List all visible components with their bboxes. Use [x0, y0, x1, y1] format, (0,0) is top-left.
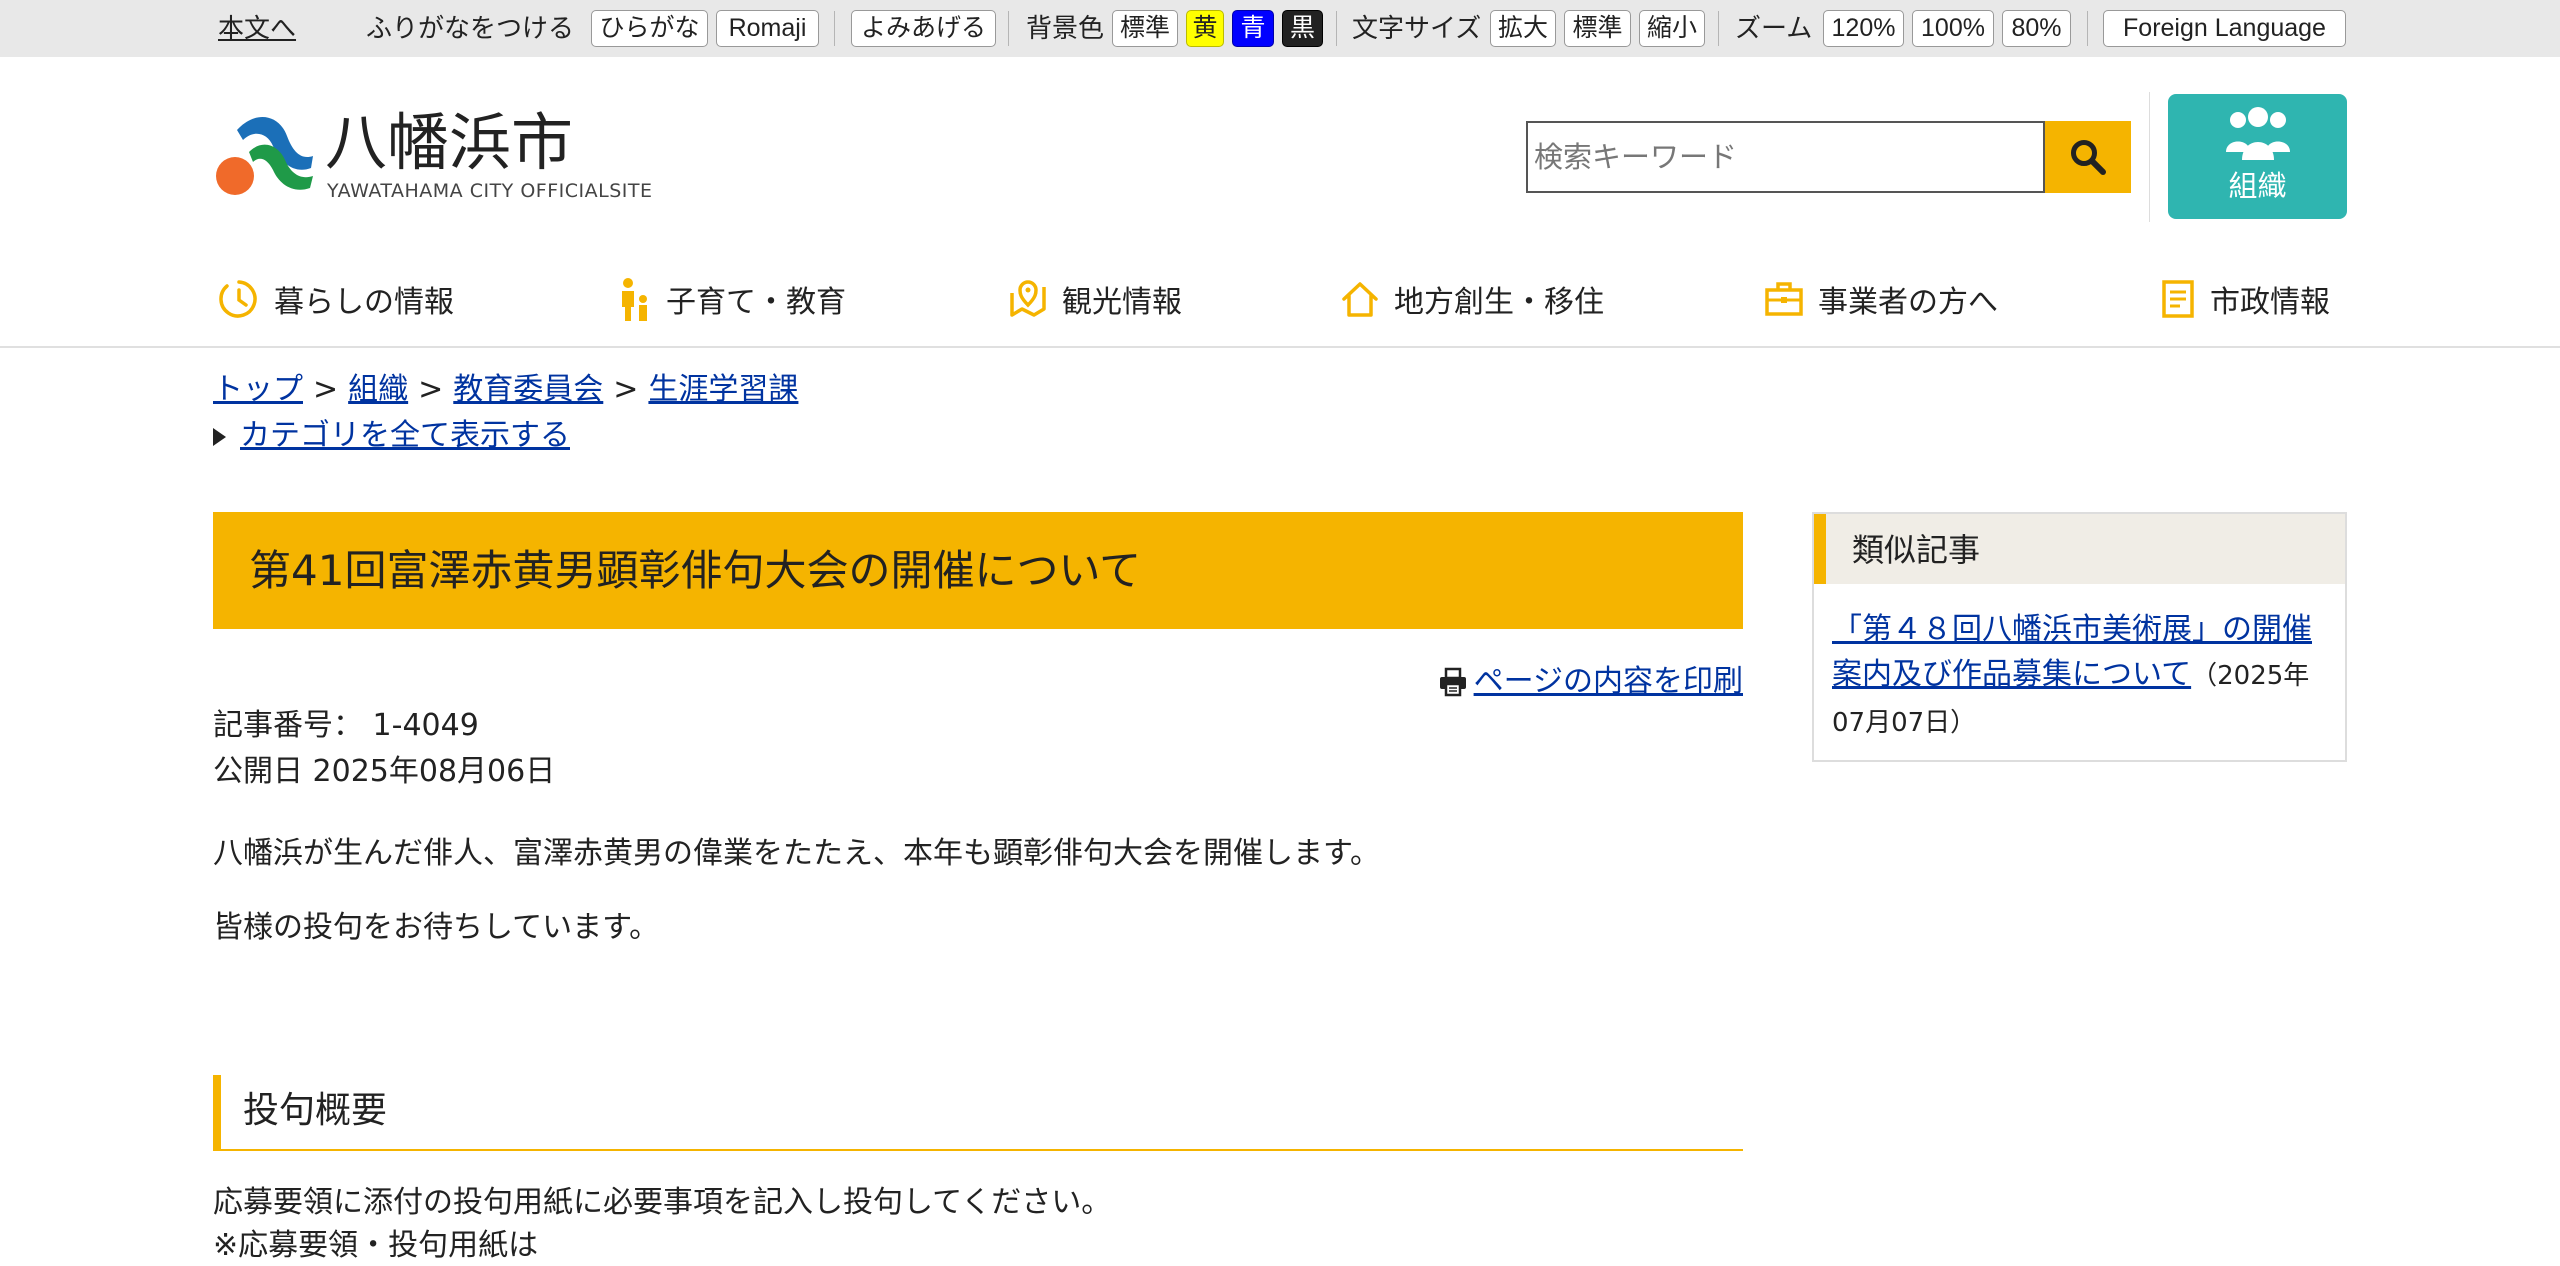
separator: [1336, 11, 1337, 46]
nav-item-childcare[interactable]: 子育て・教育: [616, 274, 846, 324]
nav-label: 市政情報: [2210, 285, 2330, 320]
breadcrumb-board-of-education-link[interactable]: 教育委員会: [453, 372, 603, 407]
related-articles-header: 類似記事: [1814, 514, 2345, 584]
global-nav: 暮らしの情報 子育て・教育 観光情報 地方創生・移住 事業者の方へ 市政情報: [0, 258, 2560, 348]
background-color-label: 背景色: [1026, 14, 1105, 44]
show-all-categories-link[interactable]: カテゴリを全て表示する: [240, 418, 570, 453]
furigana-label: ふりがなをつける: [366, 14, 575, 44]
text-enlarge-button[interactable]: 拡大: [1490, 10, 1556, 47]
clock-icon: [219, 280, 257, 318]
romaji-button[interactable]: Romaji: [716, 10, 819, 47]
bg-standard-button[interactable]: 標準: [1112, 10, 1178, 47]
document-icon: [2162, 280, 2194, 318]
category-toggle[interactable]: カテゴリを全て表示する: [213, 416, 570, 456]
utility-bar: 本文へ ふりがなをつける ひらがな Romaji よみあげる 背景色 標準 黄 …: [0, 0, 2560, 57]
child-icon: [622, 278, 647, 321]
breadcrumb-top-link[interactable]: トップ: [213, 372, 303, 407]
breadcrumb-separator: >: [418, 372, 444, 407]
printer-icon: [1439, 667, 1466, 697]
article-number: 記事番号： 1-4049: [213, 708, 479, 743]
clipped-paragraph: ※応募要領・投句用紙は: [213, 1228, 539, 1263]
zoom-80-button[interactable]: 80%: [2002, 10, 2071, 47]
nav-label: 地方創生・移住: [1394, 285, 1604, 320]
section-heading-text: 投句概要: [243, 1090, 388, 1131]
bg-blue-button[interactable]: 青: [1232, 10, 1274, 47]
zoom-120-button[interactable]: 120%: [1823, 10, 1904, 47]
nav-item-tourism[interactable]: 観光情報: [1008, 274, 1182, 324]
nav-label: 暮らしの情報: [274, 285, 454, 320]
skip-to-content-link[interactable]: 本文へ: [218, 13, 296, 45]
print-link[interactable]: ページの内容を印刷: [1438, 663, 1743, 701]
organization-label: 組織: [2228, 171, 2287, 203]
zoom-label: ズーム: [1735, 14, 1813, 44]
foreign-language-button[interactable]: Foreign Language: [2103, 10, 2346, 47]
nav-item-city-administration[interactable]: 市政情報: [2160, 274, 2330, 324]
related-articles-heading: 類似記事: [1852, 531, 1981, 569]
breadcrumb-separator: >: [313, 372, 339, 407]
separator: [1008, 11, 1009, 46]
people-icon: [2226, 107, 2290, 160]
related-article-item: 「第４８回八幡浜市美術展」の開催案内及び作品募集について（2025年07月07日…: [1832, 607, 2332, 746]
nav-item-business[interactable]: 事業者の方へ: [1764, 274, 1998, 324]
separator: [2087, 11, 2088, 46]
logo-subtitle: YAWATAHAMA CITY OFFICIALSITE: [327, 180, 653, 202]
header-divider: [2149, 92, 2150, 222]
page-title-banner: 第41回富澤赤黄男顕彰俳句大会の開催について: [213, 512, 1743, 629]
breadcrumb: トップ > 組織 > 教育委員会 > 生涯学習課: [213, 370, 798, 410]
text-size-label: 文字サイズ: [1352, 14, 1482, 44]
section-paragraph: 応募要領に添付の投句用紙に必要事項を記入し投句してください。: [213, 1185, 1112, 1220]
nav-item-living[interactable]: 暮らしの情報: [218, 274, 454, 324]
city-emblem-icon: [216, 117, 313, 195]
article-paragraph: 八幡浜が生んだ俳人、富澤赤黄男の偉業をたたえ、本年も顕彰俳句大会を開催します。: [213, 836, 1380, 871]
read-aloud-button[interactable]: よみあげる: [851, 10, 996, 47]
nav-label: 事業者の方へ: [1818, 285, 1998, 320]
bg-black-button[interactable]: 黒: [1282, 10, 1323, 47]
publish-date: 公開日 2025年08月06日: [213, 754, 556, 789]
nav-label: 観光情報: [1062, 285, 1182, 320]
article-paragraph: 皆様の投句をお待ちしています。: [213, 910, 660, 945]
separator: [1718, 11, 1719, 46]
hiragana-button[interactable]: ひらがな: [591, 10, 708, 47]
breadcrumb-separator: >: [613, 372, 639, 407]
separator: [834, 11, 835, 46]
search-icon: [2071, 140, 2106, 175]
map-pin-icon: [1010, 280, 1046, 317]
print-link-label[interactable]: ページの内容を印刷: [1474, 663, 1743, 701]
nav-item-regional-revitalization[interactable]: 地方創生・移住: [1340, 274, 1604, 324]
organization-button[interactable]: 組織: [2168, 94, 2347, 219]
search-button[interactable]: [2045, 121, 2131, 193]
search-input[interactable]: [1526, 121, 2045, 193]
house-icon: [1342, 282, 1378, 317]
text-standard-button[interactable]: 標準: [1564, 10, 1631, 47]
bg-yellow-button[interactable]: 黄: [1186, 10, 1224, 47]
logo-title: 八幡浜市: [325, 106, 574, 179]
breadcrumb-lifelong-learning-link[interactable]: 生涯学習課: [648, 372, 798, 407]
related-articles-box: 類似記事 「第４８回八幡浜市美術展」の開催案内及び作品募集について（2025年0…: [1812, 512, 2347, 762]
page-title: 第41回富澤赤黄男顕彰俳句大会の開催について: [249, 546, 1142, 595]
triangle-right-icon: [213, 427, 226, 446]
site-logo[interactable]: 八幡浜市 YAWATAHAMA CITY OFFICIALSITE: [215, 106, 652, 203]
zoom-100-button[interactable]: 100%: [1912, 10, 1994, 47]
breadcrumb-organization-link[interactable]: 組織: [348, 372, 408, 407]
nav-label: 子育て・教育: [666, 285, 846, 320]
section-heading: 投句概要: [213, 1075, 1743, 1151]
briefcase-icon: [1765, 282, 1803, 316]
text-shrink-button[interactable]: 縮小: [1639, 10, 1705, 47]
